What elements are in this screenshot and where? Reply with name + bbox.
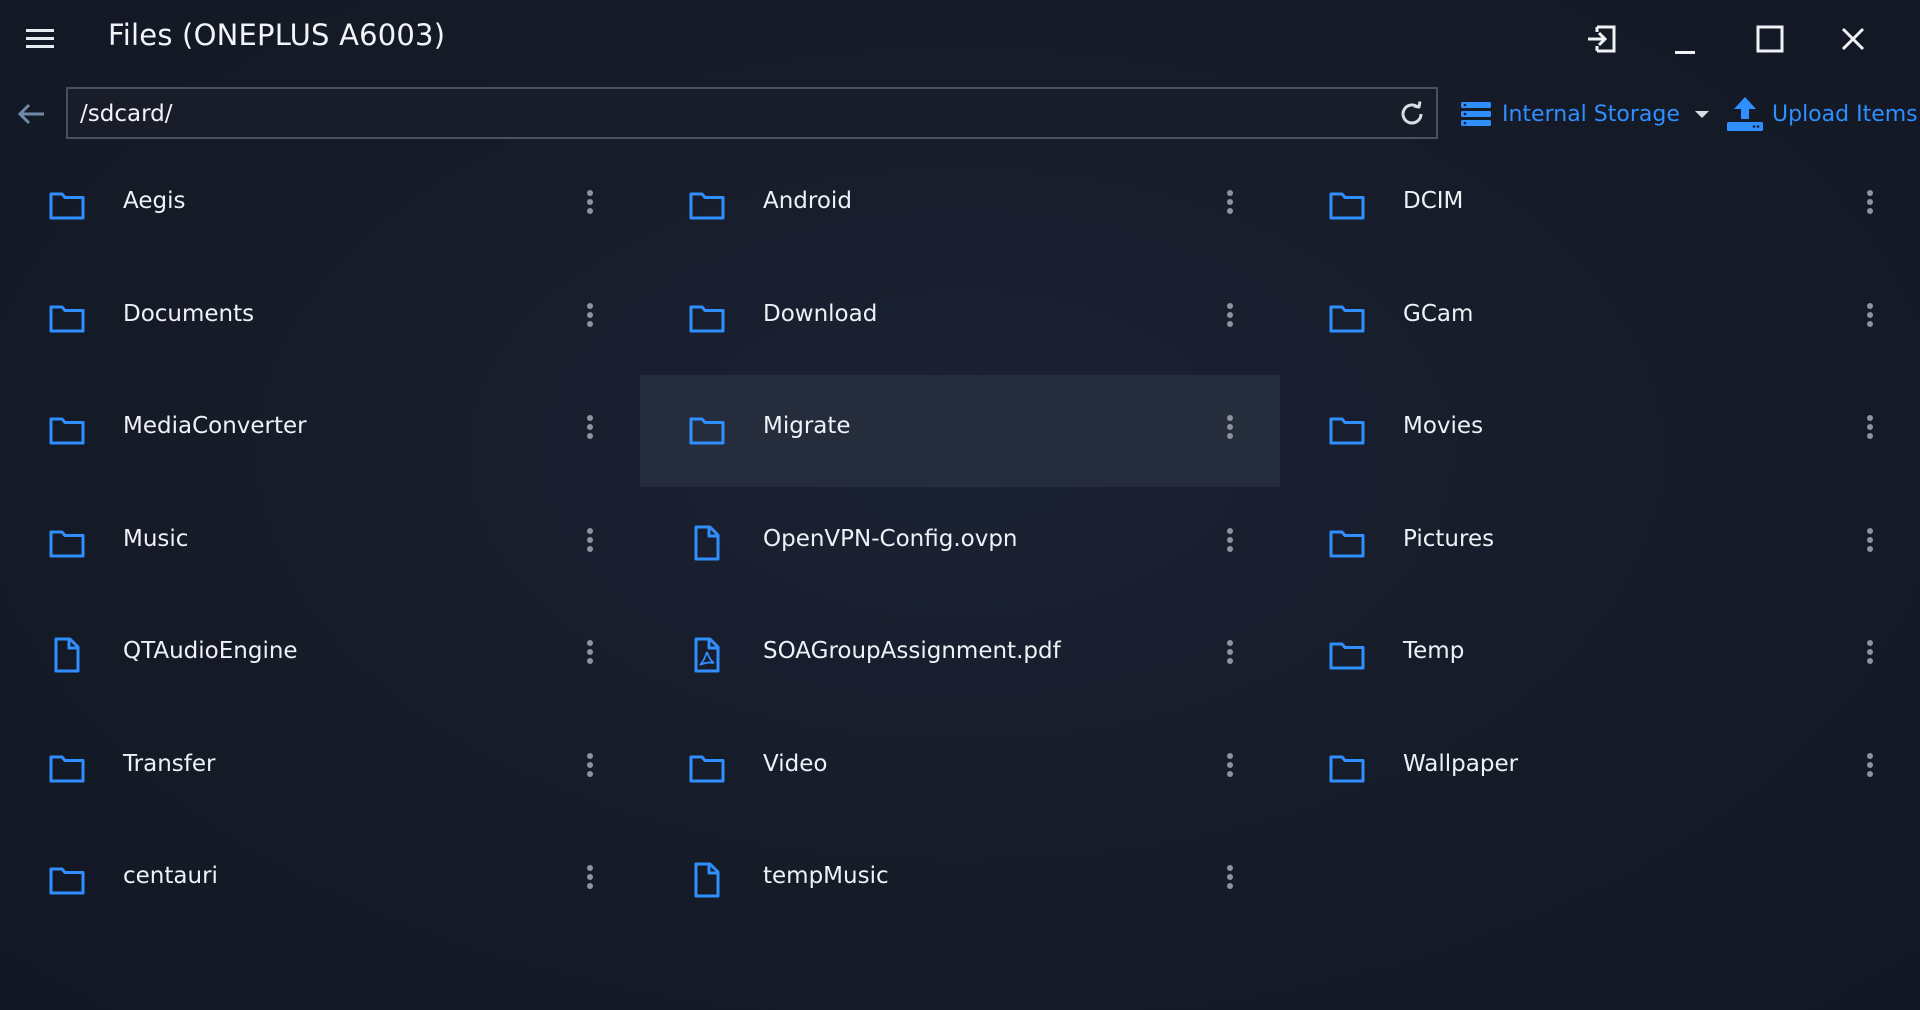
more-options-icon[interactable] bbox=[1224, 301, 1236, 333]
folder-icon bbox=[688, 749, 726, 787]
file-name: Documents bbox=[123, 300, 255, 327]
file-item[interactable]: Documents bbox=[0, 263, 640, 375]
more-options-icon[interactable] bbox=[584, 188, 596, 220]
more-options-icon[interactable] bbox=[1864, 188, 1876, 220]
more-options-icon[interactable] bbox=[584, 638, 596, 670]
file-item[interactable]: OpenVPN-Config.ovpn bbox=[640, 488, 1280, 600]
more-options-icon[interactable] bbox=[1224, 526, 1236, 558]
folder-icon bbox=[48, 186, 86, 224]
file-item[interactable]: MediaConverter bbox=[0, 375, 640, 487]
file-name: QTAudioEngine bbox=[123, 638, 298, 664]
file-icon bbox=[688, 524, 726, 562]
folder-icon bbox=[48, 299, 86, 337]
pdf-file-icon bbox=[688, 636, 726, 674]
title-bar: Files (ONEPLUS A6003) bbox=[0, 0, 1920, 78]
more-options-icon[interactable] bbox=[1864, 526, 1876, 558]
minimize-icon[interactable] bbox=[1665, 18, 1707, 60]
more-options-icon[interactable] bbox=[584, 301, 596, 333]
toolbar: Internal Storage Upload Items bbox=[0, 86, 1920, 144]
window-title: Files (ONEPLUS A6003) bbox=[108, 18, 446, 52]
folder-icon bbox=[48, 861, 86, 899]
file-item[interactable]: Music bbox=[0, 488, 640, 600]
file-name: Aegis bbox=[123, 188, 186, 214]
file-item[interactable]: Wallpaper bbox=[1280, 713, 1920, 825]
file-name: centauri bbox=[123, 863, 218, 889]
file-name: Download bbox=[763, 300, 878, 327]
close-icon[interactable] bbox=[1832, 18, 1874, 60]
folder-icon bbox=[1328, 636, 1366, 674]
folder-icon bbox=[1328, 186, 1366, 224]
upload-label: Upload Items bbox=[1772, 101, 1918, 127]
more-options-icon[interactable] bbox=[1224, 751, 1236, 783]
more-options-icon[interactable] bbox=[1224, 413, 1236, 445]
upload-items-button[interactable]: Upload Items bbox=[1726, 94, 1918, 134]
folder-icon bbox=[688, 186, 726, 224]
file-name: Movies bbox=[1403, 413, 1484, 439]
more-options-icon[interactable] bbox=[1224, 638, 1236, 670]
more-options-icon[interactable] bbox=[1864, 751, 1876, 783]
file-name: Android bbox=[763, 188, 852, 214]
folder-icon bbox=[48, 749, 86, 787]
more-options-icon[interactable] bbox=[1864, 301, 1876, 333]
file-item[interactable]: Temp bbox=[1280, 600, 1920, 712]
file-name: SOAGroupAssignment.pdf bbox=[763, 638, 1061, 664]
more-options-icon[interactable] bbox=[584, 751, 596, 783]
file-name: DCIM bbox=[1403, 188, 1464, 214]
folder-icon bbox=[1328, 524, 1366, 562]
storage-icon bbox=[1461, 102, 1491, 126]
more-options-icon[interactable] bbox=[1224, 188, 1236, 220]
file-item[interactable]: DCIM bbox=[1280, 150, 1920, 262]
storage-dropdown[interactable]: Internal Storage bbox=[1460, 96, 1714, 132]
exit-icon[interactable] bbox=[1581, 18, 1623, 60]
arrow-left-icon[interactable] bbox=[14, 96, 50, 132]
folder-icon bbox=[1328, 299, 1366, 337]
file-item[interactable]: Video bbox=[640, 713, 1280, 825]
folder-icon bbox=[688, 299, 726, 337]
file-item[interactable]: SOAGroupAssignment.pdf bbox=[640, 600, 1280, 712]
folder-icon bbox=[1328, 749, 1366, 787]
file-item[interactable]: Transfer bbox=[0, 713, 640, 825]
upload-icon bbox=[1727, 97, 1763, 131]
file-name: MediaConverter bbox=[123, 413, 307, 439]
more-options-icon[interactable] bbox=[1864, 413, 1876, 445]
file-item[interactable]: Migrate bbox=[640, 375, 1280, 487]
path-input[interactable] bbox=[78, 89, 1382, 139]
file-name: Temp bbox=[1403, 638, 1465, 664]
folder-icon bbox=[48, 524, 86, 562]
path-field bbox=[66, 87, 1438, 139]
file-icon bbox=[48, 636, 86, 674]
file-item[interactable]: Movies bbox=[1280, 375, 1920, 487]
more-options-icon[interactable] bbox=[584, 526, 596, 558]
file-name: Transfer bbox=[123, 750, 216, 777]
file-name: GCam bbox=[1403, 300, 1474, 327]
more-options-icon[interactable] bbox=[1224, 863, 1236, 895]
file-item[interactable]: tempMusic bbox=[640, 825, 1280, 937]
more-options-icon[interactable] bbox=[584, 413, 596, 445]
more-options-icon[interactable] bbox=[584, 863, 596, 895]
file-name: Video bbox=[763, 750, 828, 777]
file-item[interactable]: QTAudioEngine bbox=[0, 600, 640, 712]
folder-icon bbox=[688, 411, 726, 449]
folder-icon bbox=[48, 411, 86, 449]
refresh-icon[interactable] bbox=[1396, 98, 1428, 130]
file-name: Wallpaper bbox=[1403, 750, 1519, 777]
storage-label: Internal Storage bbox=[1502, 101, 1680, 127]
file-item[interactable]: Download bbox=[640, 263, 1280, 375]
file-name: Music bbox=[123, 525, 189, 552]
file-item[interactable]: GCam bbox=[1280, 263, 1920, 375]
file-item[interactable]: Aegis bbox=[0, 150, 640, 262]
hamburger-menu-icon[interactable] bbox=[22, 22, 60, 56]
file-item[interactable]: Pictures bbox=[1280, 488, 1920, 600]
file-name: Pictures bbox=[1403, 525, 1495, 552]
file-name: tempMusic bbox=[763, 863, 889, 889]
file-icon bbox=[688, 861, 726, 899]
maximize-icon[interactable] bbox=[1749, 18, 1791, 60]
file-name: Migrate bbox=[763, 413, 851, 439]
chevron-down-icon bbox=[1694, 111, 1709, 118]
file-name: OpenVPN-Config.ovpn bbox=[763, 525, 1018, 552]
folder-icon bbox=[1328, 411, 1366, 449]
file-item[interactable]: Android bbox=[640, 150, 1280, 262]
more-options-icon[interactable] bbox=[1864, 638, 1876, 670]
file-item[interactable]: centauri bbox=[0, 825, 640, 937]
